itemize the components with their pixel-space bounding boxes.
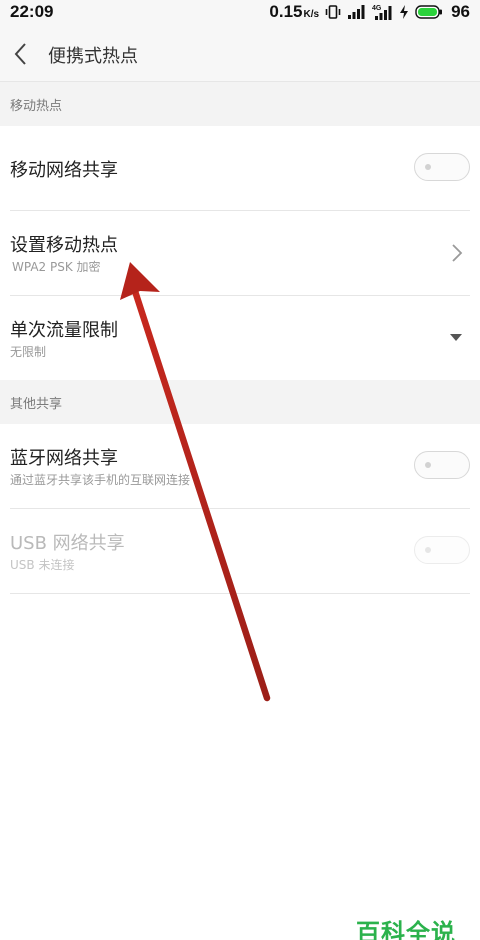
traffic-limit-row[interactable]: 单次流量限制 无限制: [0, 296, 480, 380]
net-speed-unit: K/s: [303, 9, 320, 20]
chevron-right-icon: [452, 244, 463, 262]
section-title: 其他共享: [10, 396, 63, 412]
app-header: 便携式热点: [0, 26, 480, 82]
chevron-left-icon: [14, 43, 26, 65]
status-time: 22:09: [10, 2, 54, 21]
battery-percent: 96: [451, 2, 470, 21]
usb-share-row: USB 网络共享 USB 未连接: [0, 509, 480, 594]
row-subtitle: USB 未连接: [10, 558, 75, 572]
mobile-network-share-toggle[interactable]: [414, 153, 470, 181]
bluetooth-share-toggle[interactable]: [414, 451, 470, 479]
page-title: 便携式热点: [48, 46, 138, 67]
dropdown-arrow-icon[interactable]: [450, 334, 462, 342]
charging-icon: [399, 4, 409, 20]
signal-icon: [347, 4, 365, 20]
battery-icon: [415, 4, 443, 20]
section-title: 移动热点: [10, 98, 63, 114]
toggle-knob: [425, 164, 431, 170]
toggle-knob: [425, 462, 431, 468]
watermark-logo: 百科全说: [356, 919, 456, 940]
usb-share-toggle: [414, 536, 470, 564]
divider: [10, 593, 470, 594]
signal-4g-icon: 4G: [371, 3, 393, 21]
row-subtitle: 无限制: [10, 345, 47, 359]
vibrate-icon: [325, 4, 341, 20]
section-header-other-sharing: 其他共享: [0, 380, 480, 424]
status-right-group: 0.15K/s 4G 96: [269, 2, 470, 22]
back-button[interactable]: [4, 36, 38, 72]
row-label: 蓝牙网络共享: [10, 448, 118, 469]
row-label: 设置移动热点: [10, 235, 118, 256]
svg-text:4G: 4G: [372, 5, 382, 12]
row-subtitle: 通过蓝牙共享该手机的互联网连接: [10, 473, 191, 487]
toggle-knob: [425, 547, 431, 553]
setup-hotspot-row[interactable]: 设置移动热点 WPA2 PSK 加密: [0, 211, 480, 296]
bluetooth-share-row[interactable]: 蓝牙网络共享 通过蓝牙共享该手机的互联网连接: [0, 424, 480, 509]
row-label: USB 网络共享: [10, 533, 125, 554]
row-label: 移动网络共享: [10, 160, 118, 181]
net-speed: 0.15K/s: [269, 2, 319, 22]
mobile-network-share-row[interactable]: 移动网络共享: [0, 126, 480, 211]
row-subtitle: WPA2 PSK 加密: [12, 260, 101, 274]
net-speed-value: 0.15: [269, 2, 303, 21]
section-header-mobile-hotspot: 移动热点: [0, 82, 480, 126]
status-bar: 22:09 0.15K/s 4G 96: [0, 0, 480, 26]
row-label: 单次流量限制: [10, 320, 118, 341]
